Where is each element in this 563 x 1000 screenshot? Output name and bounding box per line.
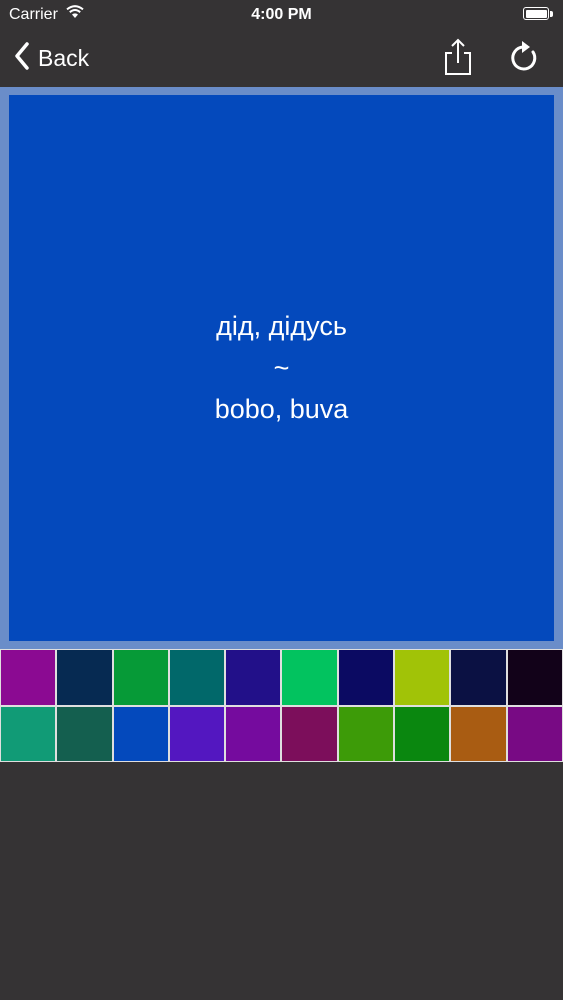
color-palette bbox=[0, 649, 563, 762]
color-swatch[interactable] bbox=[338, 706, 394, 761]
color-swatch[interactable] bbox=[1, 650, 56, 705]
color-swatch[interactable] bbox=[113, 706, 168, 761]
color-swatch[interactable] bbox=[169, 706, 225, 761]
color-swatch[interactable] bbox=[226, 650, 281, 705]
flashcard[interactable]: дід, дідусь ~ bobo, buva bbox=[9, 95, 554, 641]
color-swatch[interactable] bbox=[113, 650, 168, 705]
back-label: Back bbox=[38, 44, 90, 71]
card-translation: bobo, buva bbox=[214, 394, 349, 424]
card-separator: ~ bbox=[273, 353, 290, 383]
color-swatch[interactable] bbox=[395, 706, 450, 761]
status-bar: Carrier 4:00 PM bbox=[0, 0, 563, 30]
share-icon bbox=[441, 38, 475, 82]
color-swatch[interactable] bbox=[57, 650, 112, 705]
color-swatch[interactable] bbox=[57, 706, 112, 761]
share-button[interactable] bbox=[441, 36, 475, 78]
refresh-icon bbox=[508, 41, 540, 78]
back-button[interactable]: Back bbox=[14, 41, 90, 75]
status-time: 4:00 PM bbox=[251, 6, 312, 23]
chevron-left-icon bbox=[14, 41, 30, 75]
card-term: дід, дідусь bbox=[216, 311, 347, 341]
color-swatch[interactable] bbox=[507, 650, 562, 705]
color-swatch[interactable] bbox=[451, 650, 506, 705]
color-swatch[interactable] bbox=[507, 706, 562, 761]
flashcard-frame: дід, дідусь ~ bobo, buva bbox=[0, 87, 563, 649]
navigation-bar: Back bbox=[0, 30, 563, 87]
color-swatch[interactable] bbox=[395, 650, 450, 705]
refresh-button[interactable] bbox=[508, 40, 540, 74]
color-swatch[interactable] bbox=[226, 706, 281, 761]
battery-tip bbox=[550, 11, 553, 17]
color-swatch[interactable] bbox=[282, 650, 337, 705]
color-swatch[interactable] bbox=[169, 650, 225, 705]
color-swatch[interactable] bbox=[338, 650, 394, 705]
battery-icon bbox=[523, 7, 549, 20]
color-swatch[interactable] bbox=[451, 706, 506, 761]
color-swatch[interactable] bbox=[1, 706, 56, 761]
color-swatch[interactable] bbox=[282, 706, 337, 761]
